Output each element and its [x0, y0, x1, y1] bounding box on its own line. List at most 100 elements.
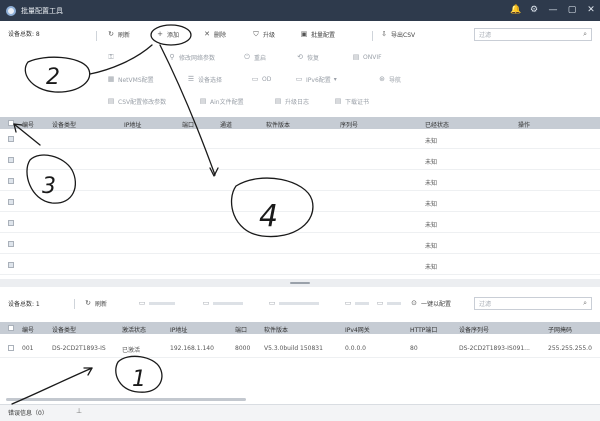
csv-config-button[interactable]: ▤ CSV配置修改参数	[107, 94, 166, 108]
navigate-label: 导航	[389, 76, 402, 84]
ain-file-config-button[interactable]: ▤ Ain文件配置	[199, 94, 244, 108]
download-cert-label: 下载证书	[345, 98, 370, 106]
add-button[interactable]: + 添加	[156, 27, 179, 41]
settings-gear-icon[interactable]: ⚙	[529, 6, 539, 15]
col-header-type[interactable]: 设备类型	[52, 325, 76, 334]
select-all-checkbox[interactable]	[8, 325, 14, 331]
col-header-serial[interactable]: 设备序列号	[459, 325, 489, 334]
modify-network-label: 修改网络参数	[179, 54, 216, 62]
pin-icon[interactable]: ⊥	[76, 407, 82, 415]
top-table-header: 编号 设备类型 IP地址 端口 通道 软件版本 序列号 已经状态 操作	[0, 117, 600, 129]
table-row[interactable]: 未知	[0, 151, 600, 170]
col-header-ip[interactable]: IP地址	[170, 325, 187, 334]
horizontal-scrollbar[interactable]	[6, 398, 246, 401]
row-checkbox[interactable]	[8, 157, 14, 163]
ain-file-label: Ain文件配置	[210, 98, 244, 106]
cell-serial: DS-2CD2T1893-IS091...	[459, 345, 530, 352]
upgrade-label: 升级	[263, 31, 276, 39]
maximize-icon[interactable]: ▢	[567, 6, 577, 15]
col-header-no[interactable]: 编号	[22, 120, 34, 129]
col-header-serial[interactable]: 序列号	[340, 120, 358, 129]
table-row[interactable]: 未知	[0, 256, 600, 275]
table-row[interactable]: 未知	[0, 130, 600, 149]
col-header-port[interactable]: 端口	[235, 325, 247, 334]
table-row[interactable]: 未知	[0, 214, 600, 233]
annotation-oval-1	[115, 355, 163, 393]
error-info-tab[interactable]: 错误信息（0）	[8, 408, 48, 417]
reboot-button[interactable]: ⏻ 重启	[243, 50, 266, 64]
col-header-status[interactable]: 已经状态	[425, 120, 449, 129]
power-icon: ⏻	[244, 52, 250, 61]
col-header-gateway[interactable]: IPv4网关	[345, 325, 370, 334]
col-header-channel[interactable]: 通道	[220, 120, 232, 129]
col-header-ip[interactable]: IP地址	[124, 120, 141, 129]
row-checkbox[interactable]	[8, 199, 14, 205]
download-cert-button[interactable]: ▤ 下载证书	[334, 94, 369, 108]
tool-icon: ▭	[344, 299, 352, 307]
col-header-action[interactable]: 操作	[518, 120, 530, 129]
delete-button[interactable]: ✕ 删除	[203, 27, 226, 41]
col-header-version[interactable]: 软件版本	[266, 120, 290, 129]
tool-icon: ▭	[376, 299, 384, 307]
row-status: 未知	[425, 243, 438, 250]
table-row[interactable]: 未知	[0, 235, 600, 254]
pane-splitter[interactable]	[0, 279, 600, 287]
bottom-tool-6[interactable]: ▭	[376, 296, 401, 310]
config-icon: ⊙	[411, 299, 417, 307]
row-checkbox[interactable]	[8, 345, 14, 351]
col-header-active[interactable]: 激活状态	[122, 325, 146, 334]
toolbar-divider	[74, 299, 75, 309]
ipv6-config-button[interactable]: ▭ IPv6配置 ▾	[295, 72, 337, 86]
export-csv-label: 导出CSV	[391, 31, 416, 39]
bottom-tool-4[interactable]: ▭	[268, 296, 319, 310]
cell-no: 001	[22, 345, 34, 352]
device-select-button[interactable]: ☰ 设备选择	[187, 72, 222, 86]
row-checkbox[interactable]	[8, 220, 14, 226]
splitter-grip[interactable]	[290, 282, 310, 284]
upgrade-button[interactable]: ⛉ 升级	[252, 27, 275, 41]
restore-label: 恢复	[307, 54, 320, 62]
row-checkbox[interactable]	[8, 178, 14, 184]
refresh-button[interactable]: ↻ 刷新	[107, 27, 130, 41]
select-all-checkbox[interactable]	[8, 120, 14, 126]
row-checkbox[interactable]	[8, 262, 14, 268]
online-filter-search-input[interactable]: 过滤 ⌕	[474, 297, 592, 310]
device-filter-search-input[interactable]: 过滤 ⌕	[474, 28, 592, 41]
minimize-icon[interactable]: —	[548, 6, 558, 15]
annotation-arrowhead-1	[83, 367, 93, 376]
close-icon[interactable]: ✕	[586, 6, 596, 15]
toolbar-divider	[372, 31, 373, 41]
notification-bell-icon[interactable]: 🔔	[510, 6, 521, 15]
modify-network-button[interactable]: ⚲ 修改网络参数	[168, 50, 215, 64]
bottom-tool-3[interactable]: ▭	[202, 296, 243, 310]
col-header-port[interactable]: 端口	[182, 120, 194, 129]
netvms-config-button[interactable]: ▦ NetVMS配置	[107, 72, 154, 86]
bottom-tool-2[interactable]: ▭	[138, 296, 175, 310]
upgrade-log-button[interactable]: ▤ 升级日志	[274, 94, 309, 108]
row-checkbox[interactable]	[8, 136, 14, 142]
table-row[interactable]: 未知	[0, 193, 600, 212]
col-header-no[interactable]: 编号	[22, 325, 34, 334]
one-click-config-button[interactable]: ⊙ 一键以配置	[410, 296, 451, 310]
cell-active: 已激活	[122, 347, 141, 354]
col-header-mask[interactable]: 子网掩码	[548, 325, 572, 334]
table-row[interactable]: 未知	[0, 172, 600, 191]
network-icon: ⚲	[169, 53, 175, 61]
row2-tool-1[interactable]: ⚿	[107, 50, 118, 64]
bottom-refresh-button[interactable]: ↻ 刷新	[84, 296, 107, 310]
navigate-button[interactable]: ⊛ 导航	[378, 72, 401, 86]
restore-button[interactable]: ⟲ 恢复	[296, 50, 319, 64]
export-csv-button[interactable]: ⇩ 导出CSV	[380, 27, 415, 41]
table-row[interactable]: 001 DS-2CD2T1893-IS 已激活 192.168.1.140 80…	[0, 338, 600, 358]
netvms-label: NetVMS配置	[118, 76, 154, 84]
onvif-button[interactable]: ▤ ONVIF	[352, 50, 382, 64]
col-header-http[interactable]: HTTP端口	[410, 325, 437, 334]
col-header-type[interactable]: 设备类型	[52, 120, 76, 129]
bottom-table-header: 编号 设备类型 激活状态 IP地址 端口 软件版本 IPv4网关 HTTP端口 …	[0, 322, 600, 334]
batch-config-button[interactable]: ▣ 批量配置	[300, 27, 335, 41]
row-checkbox[interactable]	[8, 241, 14, 247]
bottom-tool-5[interactable]: ▭	[344, 296, 369, 310]
od-button[interactable]: ▭ OD	[251, 72, 272, 86]
add-label: 添加	[167, 31, 180, 39]
col-header-version[interactable]: 软件版本	[264, 325, 288, 334]
